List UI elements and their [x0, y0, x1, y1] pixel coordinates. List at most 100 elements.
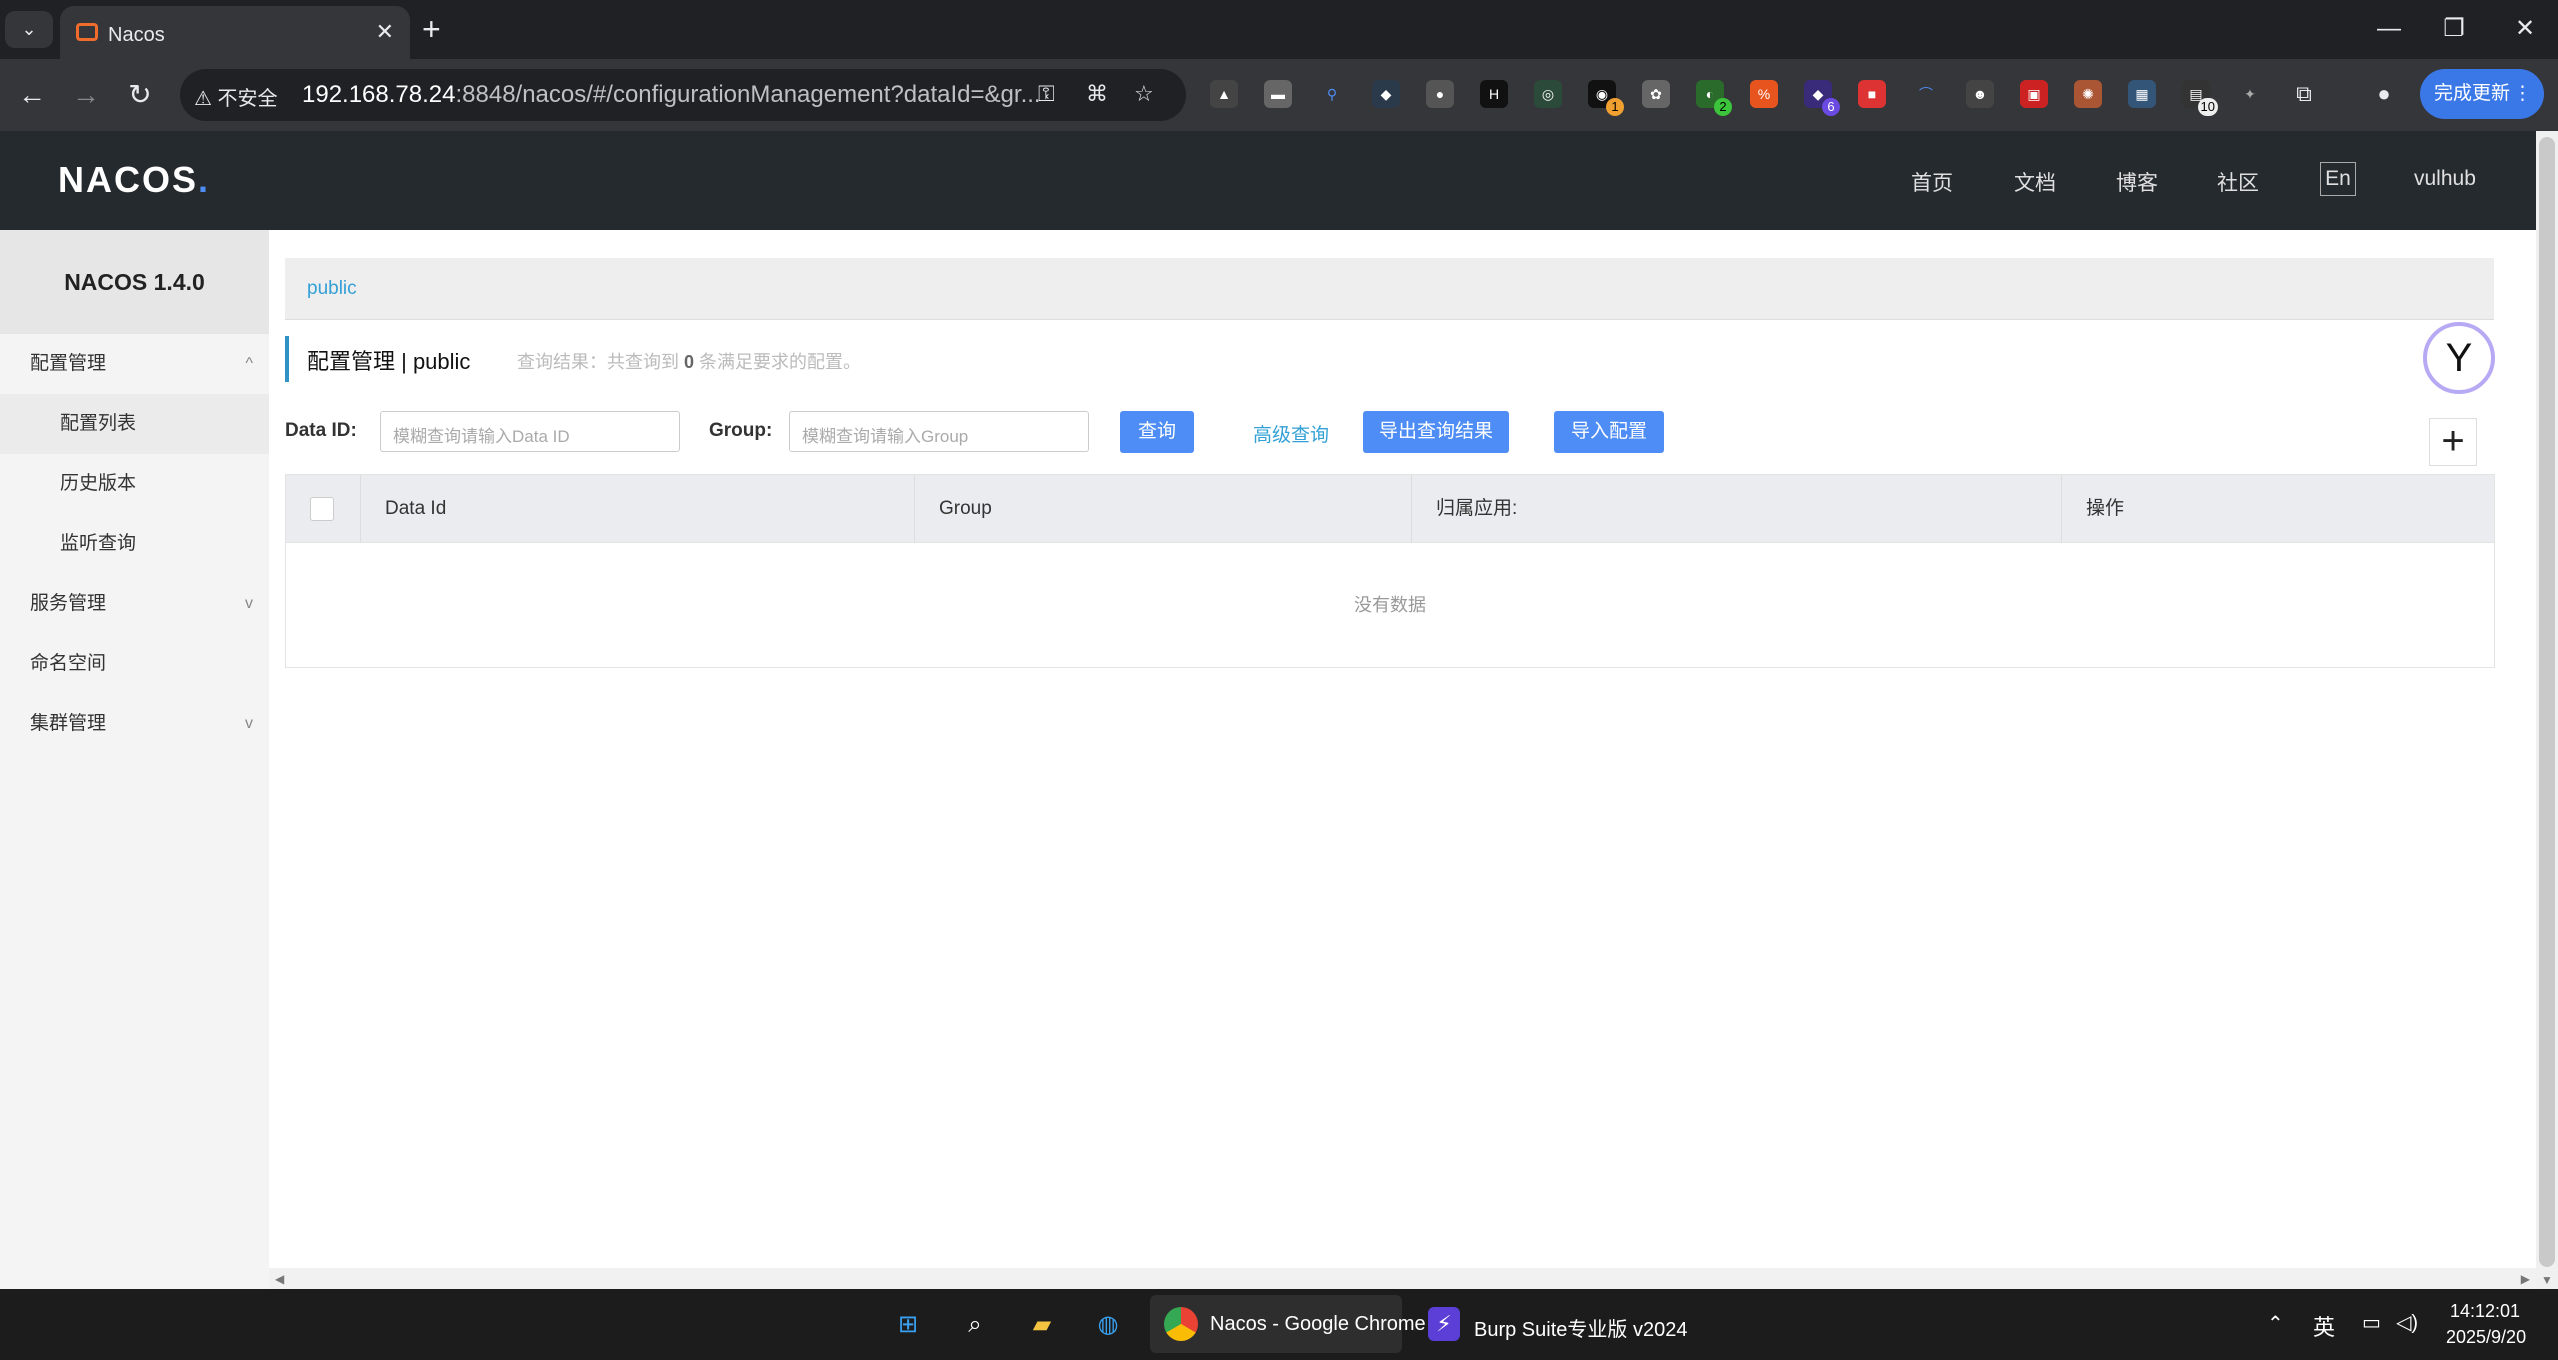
- export-results-button[interactable]: 导出查询结果: [1363, 411, 1509, 453]
- result-prefix: 查询结果：共查询到: [517, 352, 679, 372]
- profile-icon[interactable]: ●: [2370, 80, 2398, 108]
- extension-icon[interactable]: ▬: [1264, 80, 1292, 108]
- browser-toolbar: ← → ↻ ⚠ 不安全 192.168.78.24:8848/nacos/#/c…: [0, 59, 2558, 131]
- sidebar: NACOS 1.4.0 配置管理 ^ 配置列表 历史版本 监听查询 服务管理 v…: [0, 230, 269, 1289]
- extension-icon[interactable]: ◆: [1372, 80, 1400, 108]
- namespace-public-link[interactable]: public: [307, 278, 357, 300]
- extension-icon[interactable]: ■: [1858, 80, 1886, 108]
- extension-icon[interactable]: ✦: [2236, 80, 2264, 108]
- extension-icon[interactable]: ◆ 6: [1804, 80, 1840, 116]
- sidebar-item-listener-query[interactable]: 监听查询: [0, 514, 269, 574]
- windows-start-icon[interactable]: ⊞: [888, 1305, 928, 1345]
- extension-icon[interactable]: H: [1480, 80, 1508, 108]
- sidebar-item-label: 集群管理: [30, 713, 107, 734]
- tray-overflow-chevron-icon[interactable]: ⌃: [2267, 1311, 2284, 1336]
- burp-icon: ⚡: [1428, 1307, 1460, 1341]
- group-input[interactable]: 模糊查询请输入Group: [789, 411, 1089, 452]
- nav-community[interactable]: 社区: [2217, 167, 2259, 197]
- extension-icon[interactable]: ⌒: [1912, 80, 1940, 108]
- extension-icon[interactable]: ✺: [2074, 80, 2102, 108]
- import-config-button[interactable]: 导入配置: [1554, 411, 1664, 453]
- add-config-button[interactable]: +: [2429, 418, 2477, 466]
- file-explorer-icon[interactable]: ▰: [1022, 1305, 1062, 1345]
- tab-close-icon[interactable]: ✕: [376, 19, 394, 45]
- extension-icon[interactable]: ▣: [2020, 80, 2048, 108]
- minimize-button[interactable]: —: [2369, 12, 2409, 46]
- app-icon[interactable]: ◍: [1088, 1305, 1128, 1345]
- close-window-button[interactable]: ✕: [2505, 12, 2545, 46]
- taskbar-chrome-app[interactable]: Nacos - Google Chrome: [1150, 1295, 1426, 1353]
- extension-icon[interactable]: ✿: [1642, 80, 1670, 108]
- extension-icon[interactable]: ⚲: [1318, 80, 1346, 108]
- clock-time[interactable]: 14:12:01: [2450, 1301, 2520, 1322]
- browser-tab-nacos[interactable]: Nacos ✕: [60, 6, 410, 59]
- extension-icon[interactable]: ◉ 1: [1588, 80, 1624, 116]
- sidebar-item-service-management[interactable]: 服务管理 v: [0, 574, 269, 634]
- extension-icon[interactable]: ▦: [2128, 80, 2156, 108]
- advanced-query-link[interactable]: 高级查询: [1253, 420, 1329, 447]
- address-bar[interactable]: ⚠ 不安全 192.168.78.24:8848/nacos/#/configu…: [180, 69, 1186, 121]
- translate-icon[interactable]: ⌘: [1086, 81, 1108, 107]
- language-toggle-button[interactable]: En: [2320, 162, 2356, 196]
- group-label: Group:: [709, 420, 773, 441]
- extension-icon[interactable]: ◐ 2: [1696, 80, 1732, 116]
- taskbar-burp-app[interactable]: ⚡ Burp Suite专业版 v2024: [1414, 1295, 1687, 1353]
- nav-blog[interactable]: 博客: [2116, 167, 2158, 197]
- sidebar-item-cluster-management[interactable]: 集群管理 v: [0, 694, 269, 754]
- scrollbar-thumb[interactable]: [2539, 137, 2555, 1267]
- extension-icon[interactable]: ▤ 10: [2182, 80, 2218, 116]
- tab-search-button[interactable]: ⌄: [5, 11, 53, 48]
- bookmark-star-icon[interactable]: ☆: [1134, 81, 1154, 107]
- extension-icon[interactable]: ◎: [1534, 80, 1562, 108]
- select-all-checkbox[interactable]: [310, 497, 334, 521]
- tab-title: Nacos: [108, 24, 165, 46]
- url-text[interactable]: 192.168.78.24:8848/nacos/#/configuration…: [302, 81, 1041, 109]
- vertical-scrollbar[interactable]: ▲ ▼: [2536, 131, 2558, 1289]
- page-title: 配置管理 | public: [307, 349, 471, 374]
- forward-arrow-icon[interactable]: →: [68, 77, 104, 113]
- scroll-down-arrow-icon[interactable]: ▼: [2541, 1273, 2553, 1287]
- column-header-data-id[interactable]: Data Id: [360, 475, 914, 543]
- clock-date[interactable]: 2025/9/20: [2446, 1327, 2526, 1348]
- network-icon[interactable]: ▭: [2362, 1310, 2381, 1335]
- sidebar-item-namespace[interactable]: 命名空间: [0, 634, 269, 694]
- reload-icon[interactable]: ↻: [122, 77, 158, 113]
- restore-button[interactable]: ❐: [2434, 12, 2474, 46]
- search-icon[interactable]: ⌕: [955, 1305, 995, 1345]
- scroll-right-arrow-icon[interactable]: ▶: [2521, 1272, 2530, 1286]
- nav-docs[interactable]: 文档: [2014, 167, 2056, 197]
- update-button[interactable]: 完成更新 ⋮: [2420, 69, 2544, 119]
- nacos-header: NACOS. 首页 文档 博客 社区 En vulhub: [0, 131, 2536, 230]
- extension-icon[interactable]: %: [1750, 80, 1778, 108]
- extension-icon[interactable]: ●: [1426, 80, 1454, 108]
- nav-home[interactable]: 首页: [1911, 167, 1953, 197]
- nacos-logo[interactable]: NACOS.: [58, 159, 210, 201]
- page-header: 配置管理 | public 查询结果：共查询到 0 条满足要求的配置。: [285, 336, 861, 382]
- sidebar-item-label: 服务管理: [30, 593, 107, 614]
- sidebar-item-config-list[interactable]: 配置列表: [0, 394, 269, 454]
- floating-assistant-icon[interactable]: Y: [2423, 322, 2495, 394]
- sidebar-item-config-management[interactable]: 配置管理 ^: [0, 334, 269, 394]
- column-header-app[interactable]: 归属应用:: [1411, 475, 2061, 543]
- back-arrow-icon[interactable]: ←: [14, 77, 50, 113]
- data-id-input[interactable]: 模糊查询请输入Data ID: [380, 411, 680, 452]
- key-icon[interactable]: ⚿: [1038, 81, 1055, 107]
- query-button[interactable]: 查询: [1120, 411, 1194, 453]
- extension-icon[interactable]: ▲: [1210, 80, 1238, 108]
- ime-indicator[interactable]: 英: [2313, 1310, 2335, 1342]
- volume-icon[interactable]: ◁): [2396, 1310, 2418, 1335]
- column-header-group[interactable]: Group: [914, 475, 1411, 543]
- extensions-puzzle-icon[interactable]: ⧉: [2290, 80, 2318, 108]
- empty-table-message: 没有数据: [1354, 595, 1426, 615]
- extension-icon[interactable]: ☻: [1966, 80, 1994, 108]
- scroll-left-arrow-icon[interactable]: ◀: [275, 1272, 284, 1286]
- chevron-down-icon: v: [245, 595, 253, 612]
- new-tab-button[interactable]: +: [422, 12, 441, 46]
- not-secure-indicator[interactable]: ⚠ 不安全: [194, 82, 278, 111]
- horizontal-scrollbar[interactable]: ◀ ▶: [269, 1268, 2536, 1289]
- logo-dot: .: [198, 159, 211, 200]
- sidebar-item-history[interactable]: 历史版本: [0, 454, 269, 514]
- user-name[interactable]: vulhub: [2414, 167, 2476, 191]
- result-count: 0: [684, 352, 695, 372]
- sidebar-item-label: 命名空间: [30, 653, 107, 674]
